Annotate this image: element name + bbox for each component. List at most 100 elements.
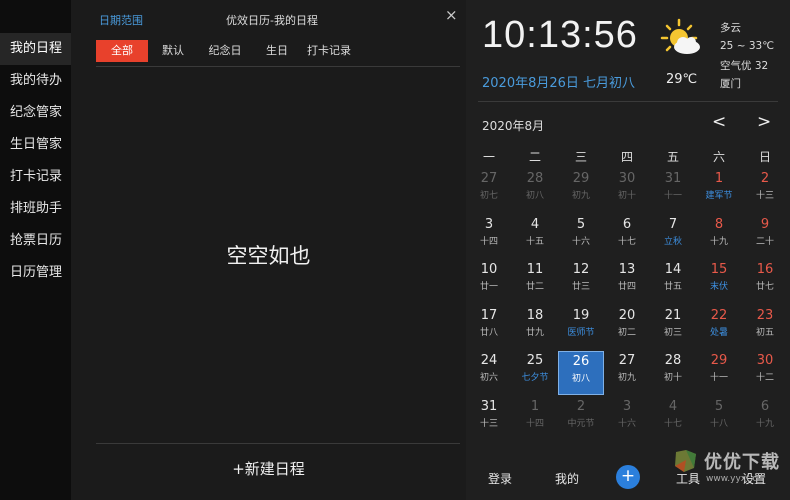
filter-tab-birthday[interactable]: 生日 <box>257 40 297 62</box>
city-name: 厦门 <box>720 78 741 90</box>
day-number: 22 <box>710 307 728 323</box>
filter-tab-checkin[interactable]: 打卡记录 <box>301 40 357 62</box>
calendar-day[interactable]: 18 廿九 <box>512 306 558 350</box>
lunar-label: 十六 <box>571 236 590 247</box>
date-range-link[interactable]: 日期范围 <box>99 12 143 28</box>
calendar-day[interactable]: 2 十三 <box>742 169 788 213</box>
sidebar: 我的日程 我的待办 纪念管家 生日管家 打卡记录 排班助手 抢票日历 日历管理 <box>0 0 71 500</box>
prev-month-button[interactable]: < <box>712 112 726 132</box>
lunar-label: 廿七 <box>755 282 774 292</box>
calendar-day[interactable]: 22 处暑 <box>696 306 742 350</box>
day-number: 4 <box>668 398 678 414</box>
lunar-label: 十一 <box>663 191 682 201</box>
sidebar-item-shift[interactable]: 排班助手 <box>0 193 71 225</box>
calendar-day[interactable]: 5 十六 <box>558 215 604 259</box>
sidebar-item-anniversary[interactable]: 纪念管家 <box>0 97 71 129</box>
add-button[interactable]: + <box>616 465 640 489</box>
day-number: 4 <box>530 216 540 232</box>
sidebar-item-my-todo[interactable]: 我的待办 <box>0 65 71 97</box>
calendar-day[interactable]: 29 十一 <box>696 351 742 395</box>
new-schedule-button[interactable]: +新建日程 <box>71 458 466 479</box>
lunar-label: 立秋 <box>663 236 682 247</box>
calendar-day[interactable]: 31 十一 <box>650 169 696 213</box>
footer-divider <box>96 443 460 444</box>
lunar-label: 十八 <box>709 418 728 429</box>
partly-cloudy-icon <box>660 18 700 54</box>
weekday-header: 四 <box>620 150 633 164</box>
lunar-label: 廿一 <box>479 282 498 292</box>
calendar-day[interactable]: 6 十九 <box>742 397 788 441</box>
calendar-day[interactable]: 4 十七 <box>650 397 696 441</box>
calendar-day[interactable]: 1 十四 <box>512 397 558 441</box>
calendar-day[interactable]: 15 末伏 <box>696 260 742 304</box>
weather-range: 25 ~ 33℃ <box>720 40 774 52</box>
calendar-day[interactable]: 14 廿五 <box>650 260 696 304</box>
calendar-day[interactable]: 21 初三 <box>650 306 696 350</box>
day-number: 31 <box>480 398 498 414</box>
calendar-day[interactable]: 28 初八 <box>512 169 558 213</box>
lunar-label: 初九 <box>617 373 636 383</box>
calendar-day[interactable]: 30 十二 <box>742 351 788 395</box>
calendar-day[interactable]: 24 初六 <box>466 351 512 395</box>
calendar-day[interactable]: 27 初九 <box>604 351 650 395</box>
day-number: 31 <box>664 171 682 186</box>
lunar-label: 初十 <box>617 191 636 201</box>
calendar-day[interactable]: 9 二十 <box>742 215 788 259</box>
calendar-day[interactable]: 10 廿一 <box>466 260 512 304</box>
calendar-day[interactable]: 17 廿八 <box>466 306 512 350</box>
filter-tab-default[interactable]: 默认 <box>153 40 193 62</box>
lunar-label: 十一 <box>709 373 728 383</box>
day-number: 16 <box>756 262 774 277</box>
calendar-day[interactable]: 23 初五 <box>742 306 788 350</box>
calendar-day[interactable]: 27 初七 <box>466 169 512 213</box>
calendar-day[interactable]: 12 廿三 <box>558 260 604 304</box>
calendar-day[interactable]: 3 十四 <box>466 215 512 259</box>
day-number: 2 <box>576 398 586 414</box>
air-quality: 空气优 32 <box>720 60 769 72</box>
close-icon[interactable]: × <box>445 6 458 24</box>
sidebar-item-birthday[interactable]: 生日管家 <box>0 129 71 161</box>
filter-divider <box>96 66 460 67</box>
calendar-day[interactable]: 16 廿七 <box>742 260 788 304</box>
sidebar-item-ticket[interactable]: 抢票日历 <box>0 225 71 257</box>
login-button[interactable]: 登录 <box>488 470 512 487</box>
day-number: 27 <box>618 353 636 368</box>
calendar-day[interactable]: 7 立秋 <box>650 215 696 259</box>
filter-tab-all[interactable]: 全部 <box>96 40 148 62</box>
calendar-day[interactable]: 25 七夕节 <box>512 351 558 395</box>
weekday-header: 二 <box>528 150 541 164</box>
day-number: 29 <box>572 171 590 186</box>
watermark-text: 优优下载 <box>704 452 780 473</box>
lunar-label: 廿三 <box>571 282 590 292</box>
day-number: 1 <box>714 171 724 186</box>
calendar-day[interactable]: 11 廿二 <box>512 260 558 304</box>
calendar-day-today[interactable]: 26 初八 <box>558 351 604 395</box>
calendar-day[interactable]: 3 十六 <box>604 397 650 441</box>
sidebar-item-my-schedule[interactable]: 我的日程 <box>0 33 71 65</box>
filter-tab-anniversary[interactable]: 纪念日 <box>201 40 249 62</box>
calendar-day[interactable]: 20 初二 <box>604 306 650 350</box>
calendar-day[interactable]: 29 初九 <box>558 169 604 213</box>
calendar-day[interactable]: 2 中元节 <box>558 397 604 441</box>
sidebar-item-calendar-manage[interactable]: 日历管理 <box>0 257 71 289</box>
calendar-day[interactable]: 4 十五 <box>512 215 558 259</box>
day-number: 10 <box>480 262 498 277</box>
calendar-day[interactable]: 28 初十 <box>650 351 696 395</box>
next-month-button[interactable]: > <box>757 112 771 132</box>
calendar-day[interactable]: 13 廿四 <box>604 260 650 304</box>
calendar-day[interactable]: 8 十九 <box>696 215 742 259</box>
day-number: 28 <box>526 171 544 186</box>
calendar-day[interactable]: 6 十七 <box>604 215 650 259</box>
calendar-day[interactable]: 30 初十 <box>604 169 650 213</box>
calendar-day[interactable]: 19 医师节 <box>558 306 604 350</box>
day-number: 5 <box>714 398 724 414</box>
lunar-label: 初六 <box>479 373 498 383</box>
lunar-label: 初九 <box>571 191 590 201</box>
lunar-label: 十四 <box>479 236 498 247</box>
sidebar-item-checkin[interactable]: 打卡记录 <box>0 161 71 193</box>
calendar-day[interactable]: 1 建军节 <box>696 169 742 213</box>
calendar-day[interactable]: 31 十三 <box>466 397 512 441</box>
mine-button[interactable]: 我的 <box>555 470 579 487</box>
weekday-header: 三 <box>574 150 587 164</box>
calendar-day[interactable]: 5 十八 <box>696 397 742 441</box>
